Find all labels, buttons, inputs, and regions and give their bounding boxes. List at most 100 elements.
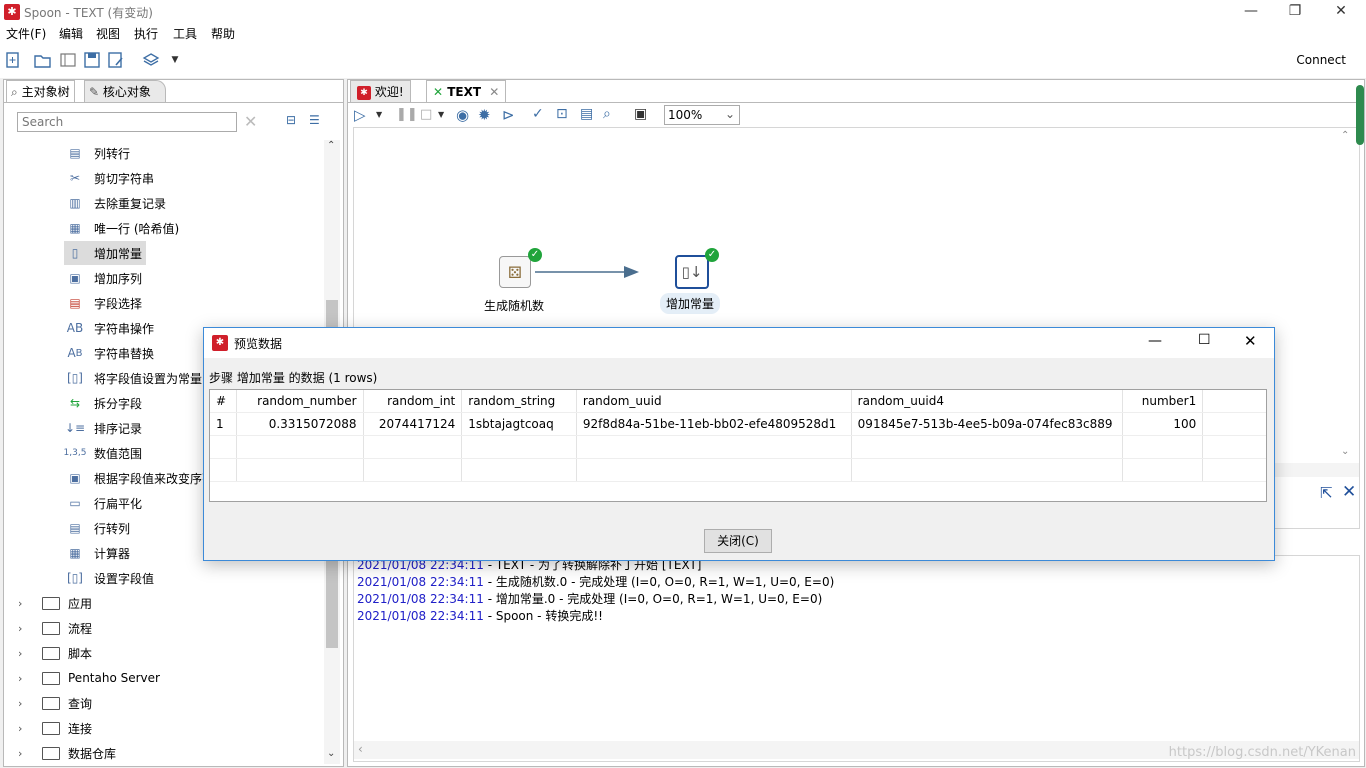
run-dropdown-icon[interactable]: ▼ [376,110,382,119]
column-header[interactable]: random_uuid4 [851,390,1123,413]
column-header[interactable]: random_string [461,390,577,413]
folder-joins[interactable]: › 连接 [18,716,92,740]
column-header[interactable]: number1 [1122,390,1204,413]
dialog-maximize-button[interactable]: ☐ [1198,332,1211,348]
canvas-scroll-up-icon[interactable]: ⌃ [1341,130,1349,141]
tree-item-number-range[interactable]: 1,3,5 数值范围 [64,441,142,465]
chevron-right-icon: › [18,696,23,710]
folder-data-warehouse[interactable]: › 数据仓库 [18,741,116,765]
close-button[interactable]: 关闭(C) [704,529,772,553]
clear-search-icon[interactable]: ✕ [244,112,257,131]
main-tree-icon: ⌕ [11,85,18,99]
scroll-up-icon[interactable]: ⌃ [327,140,335,151]
menu-help[interactable]: 帮助 [211,25,235,42]
tree-item-add-constants[interactable]: ▯ 增加常量 [64,241,147,265]
tree-item-set-field-value[interactable]: [▯] 设置字段值 [64,566,154,590]
log-line: 2021/01/08 22:34:11 - 生成随机数.0 - 完成处理 (I=… [357,575,835,589]
table-row[interactable]: 1 0.3315072088 2074417124 1sbtajagtcoaq … [210,412,1266,436]
show-results-icon[interactable]: ▣ [634,106,647,122]
layers-icon[interactable] [142,51,160,69]
scroll-down-icon[interactable]: ⌄ [327,748,335,759]
tree-item-split-fields[interactable]: ⇆ 拆分字段 [64,391,142,415]
log-area[interactable]: 2021/01/08 22:34:11 - TEXT - 为了转换解除补丁开始 … [353,555,1360,762]
step-icon: [▯] [67,571,83,585]
chevron-right-icon: › [18,621,23,635]
save-as-icon[interactable] [107,51,125,69]
tree-item-row-to-column[interactable]: ▤ 列转行 [64,141,130,165]
restore-button[interactable]: ❐ [1272,0,1318,24]
new-file-icon[interactable] [4,51,22,69]
tab-text[interactable]: ✕ TEXT ✕ [426,80,507,103]
open-folder-icon[interactable] [34,51,52,69]
run-icon[interactable]: ▷ [354,106,366,124]
preview-icon[interactable]: ◉ [456,106,469,124]
column-header[interactable]: random_number [236,390,364,413]
tab-main-tree[interactable]: ⌕ 主对象树 [6,80,75,103]
column-header[interactable]: random_uuid [576,390,852,413]
dialog-title: 预览数据 [234,337,283,351]
search-input[interactable]: Search [17,112,237,132]
tree-item-unique-rows[interactable]: ▥ 去除重复记录 [64,191,166,215]
expand-tree-icon[interactable]: ☰ [309,113,320,127]
tree-item-cut-string[interactable]: ✂ 剪切字符串 [64,166,154,190]
pause-icon[interactable]: ❚❚ [396,107,418,122]
menu-view[interactable]: 视图 [96,25,120,42]
sql-icon[interactable]: ▤ [580,106,593,122]
tree-item-replace-string[interactable]: A B 字符串替换 [64,341,154,365]
save-icon[interactable] [83,51,101,69]
impact-icon[interactable]: ⊡ [556,106,568,122]
zoom-select[interactable]: 100% ⌄ [664,105,740,125]
table-cell: 100 [1122,412,1204,436]
maximize-pane-icon[interactable]: ⇱ [1320,484,1333,502]
menu-run[interactable]: 执行 [134,25,158,42]
tree-item-sort-rows[interactable]: ↓≡ 排序记录 [64,416,142,440]
tab-core-objects[interactable]: ✎ 核心对象 [84,80,166,103]
folder-icon [42,671,60,685]
step-generate-random[interactable]: ⚄ [499,256,531,288]
menu-edit[interactable]: 编辑 [59,25,83,42]
debug-icon[interactable]: ✹ [478,106,491,124]
folder-pentaho-server[interactable]: › Pentaho Server [18,666,160,690]
close-pane-icon[interactable]: ✕ [1342,482,1356,502]
folder-application[interactable]: › 应用 [18,591,92,615]
watermark: https://blog.csdn.net/YKenan [1168,745,1356,760]
menu-file[interactable]: 文件(F) [6,25,46,42]
stop-dropdown-icon[interactable]: ▼ [438,110,444,119]
tree-item-select-values[interactable]: ▤ 字段选择 [64,291,142,315]
tree-item-change-sequence[interactable]: ▣ 根据字段值来改变序列 [64,466,214,490]
folder-scripting[interactable]: › 脚本 [18,641,92,665]
tree-item-unique-rows-hash[interactable]: ▦ 唯一行 (哈希值) [64,216,179,240]
tree-item-calculator[interactable]: ▦ 计算器 [64,541,130,565]
tab-welcome[interactable]: ✱ 欢迎! [350,80,411,103]
explore-db-icon[interactable]: ⌕ [603,106,611,122]
close-tab-icon[interactable]: ✕ [489,85,499,99]
verify-icon[interactable]: ✓ [532,106,544,122]
preview-table[interactable]: # random_number random_int random_string… [209,389,1267,502]
scroll-left-icon[interactable]: ‹ [358,742,363,756]
stop-icon[interactable]: □ [420,107,432,122]
menu-tools[interactable]: 工具 [173,25,197,42]
folder-lookup[interactable]: › 查询 [18,691,92,715]
minimize-button[interactable]: — [1228,0,1274,24]
layers-dropdown-icon[interactable]: ▼ [166,51,184,69]
success-check-icon: ✓ [528,248,542,262]
explore-repository-icon[interactable] [59,51,77,69]
tree-item-string-operations[interactable]: AB 字符串操作 [64,316,154,340]
tree-item-denormaliser[interactable]: ▤ 行转列 [64,516,130,540]
tree-item-set-field-constant[interactable]: [▯] 将字段值设置为常量 [64,366,202,390]
column-header[interactable]: # [210,390,237,413]
dialog-close-button[interactable]: ✕ [1244,332,1257,350]
canvas-scroll-down-icon[interactable]: ⌄ [1341,446,1349,457]
right-edge-scroll-thumb[interactable] [1356,85,1364,145]
collapse-tree-icon[interactable]: ⊟ [286,113,296,127]
folder-flow[interactable]: › 流程 [18,616,92,640]
connect-button[interactable]: Connect [1296,53,1346,67]
close-window-button[interactable]: ✕ [1318,0,1364,24]
step-add-constants[interactable]: ▯↓ [675,255,709,289]
replay-icon[interactable]: ⊳ [502,106,515,124]
tree-item-add-sequence[interactable]: ▣ 增加序列 [64,266,142,290]
menu-bar: 文件(F) 编辑 视图 执行 工具 帮助 [0,24,1366,42]
tree-item-flattener[interactable]: ▭ 行扁平化 [64,491,142,515]
dialog-minimize-button[interactable]: — [1148,333,1162,349]
column-header[interactable]: random_int [363,390,463,413]
